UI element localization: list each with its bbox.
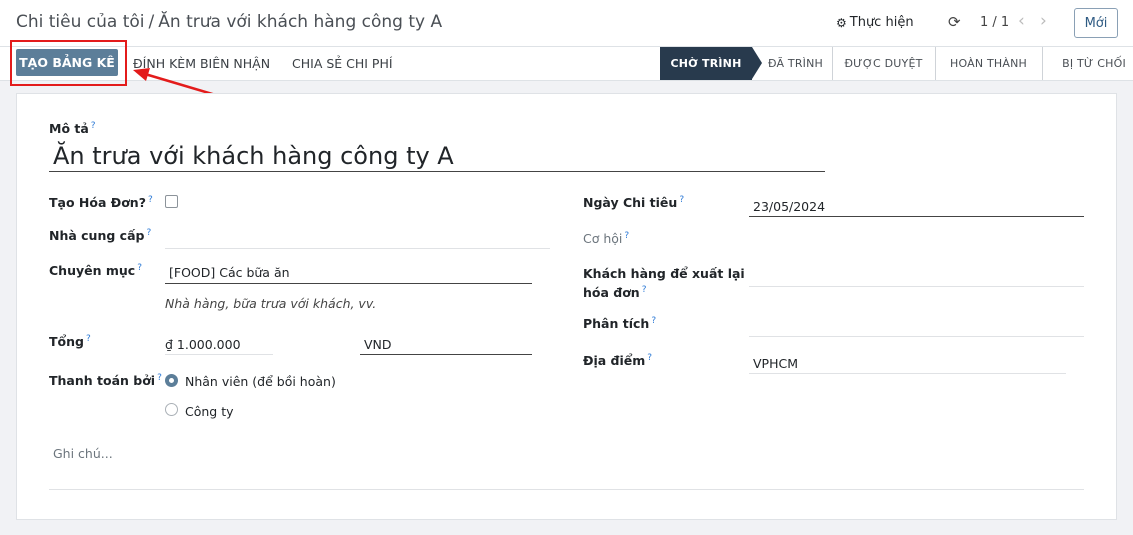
help-icon[interactable]: ?: [137, 263, 142, 273]
help-icon[interactable]: ?: [146, 228, 151, 238]
opportunity-label: Cơ hội?: [583, 231, 630, 247]
description-label: Mô tả?: [49, 121, 96, 137]
notes-field[interactable]: Ghi chú...: [53, 446, 113, 461]
paid-by-employee-label: Nhân viên (để bồi hoàn): [185, 374, 336, 389]
help-icon[interactable]: ?: [157, 373, 162, 383]
currency-select[interactable]: VND: [364, 337, 392, 352]
help-icon[interactable]: ?: [679, 195, 684, 205]
paid-by-company-radio[interactable]: [165, 403, 178, 416]
paid-by-employee-radio[interactable]: [165, 374, 178, 387]
expense-date-input[interactable]: 23/05/2024: [753, 199, 825, 214]
category-underline: [165, 283, 532, 284]
vendor-input[interactable]: [165, 248, 550, 249]
location-underline: [749, 373, 1066, 374]
help-icon[interactable]: ?: [86, 334, 91, 344]
notes-underline: [49, 489, 1084, 490]
help-icon[interactable]: ?: [642, 285, 647, 295]
description-input[interactable]: Ăn trưa với khách hàng công ty A: [53, 142, 454, 170]
create-invoice-checkbox[interactable]: [165, 195, 178, 208]
help-icon[interactable]: ?: [91, 121, 96, 131]
expense-date-label: Ngày Chi tiêu?: [583, 195, 685, 211]
vendor-label: Nhà cung cấp?: [49, 228, 152, 244]
location-input[interactable]: VPHCM: [753, 356, 798, 371]
paid-by-label: Thanh toán bởi?: [49, 373, 162, 389]
help-icon[interactable]: ?: [148, 195, 153, 205]
reinvoice-customer-input[interactable]: [749, 286, 1084, 287]
total-underline: [165, 354, 273, 355]
help-icon[interactable]: ?: [647, 353, 652, 363]
reinvoice-customer-label-line2: hóa đơn?: [583, 285, 647, 301]
total-amount-input[interactable]: ₫ 1.000.000: [165, 337, 241, 352]
analytic-label: Phân tích?: [583, 316, 657, 332]
location-label: Địa điểm?: [583, 353, 653, 369]
help-icon[interactable]: ?: [624, 231, 629, 241]
expense-date-underline: [749, 216, 1084, 217]
paid-by-company-label: Công ty: [185, 404, 234, 419]
total-label: Tổng?: [49, 334, 91, 350]
analytic-input[interactable]: [749, 336, 1084, 337]
category-hint: Nhà hàng, bữa trưa với khách, vv.: [165, 296, 377, 311]
reinvoice-customer-label: Khách hàng để xuất lại: [583, 266, 745, 281]
description-underline: [49, 171, 825, 172]
category-input[interactable]: [FOOD] Các bữa ăn: [169, 265, 290, 280]
create-invoice-label: Tạo Hóa Đơn??: [49, 195, 153, 211]
currency-underline: [360, 354, 532, 355]
help-icon[interactable]: ?: [651, 316, 656, 326]
category-label: Chuyên mục?: [49, 263, 142, 279]
